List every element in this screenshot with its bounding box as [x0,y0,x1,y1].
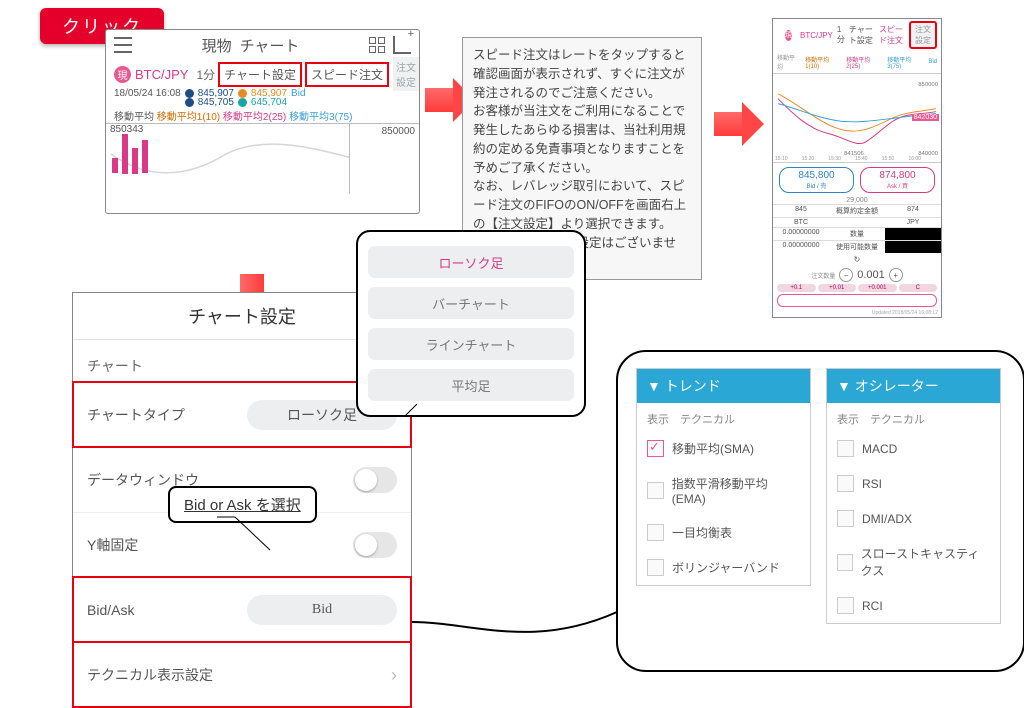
tab-spot[interactable]: 現物 [202,35,232,56]
phone-step-1[interactable]: +0.1 [777,284,816,292]
y-fix-toggle[interactable] [353,532,397,558]
phone-spread: 29,000 [773,197,941,204]
trend-bollinger[interactable]: ボリンジャーバンド [637,550,810,585]
osc-rsi[interactable]: RSI [827,466,1000,501]
chart-axis-right: 850000 [350,124,419,194]
pair-label: BTC/JPY [135,67,188,82]
checkbox-icon[interactable] [837,510,854,527]
checkbox-icon[interactable] [837,475,854,492]
ma3-label: 移動平均3(75) [289,112,352,123]
order-settings-button[interactable]: 注文 設定 [393,57,419,91]
phone-bid-button[interactable]: 845,800 Bid / 売 [779,167,854,193]
callout-leader-icon [215,515,275,555]
trend-header: ▼ トレンド [637,369,810,403]
trend-ichimoku[interactable]: 一目均衡表 [637,515,810,550]
osc-slowstoch[interactable]: スローストキャスティクス [827,536,1000,588]
checkbox-icon[interactable] [647,482,664,499]
row-technical-settings[interactable]: テクニカル表示設定 › [73,642,411,707]
period-label[interactable]: 1分 [196,66,215,83]
phone-chart-area[interactable]: 850000 845000 840000 841506 842030 15:10… [773,73,941,163]
layout-grid-icon[interactable] [369,37,385,53]
checkbox-icon[interactable] [837,597,854,614]
bid-label: Bid [291,88,305,99]
oscillator-list: ▼ オシレーター 表示 テクニカル MACD RSI DMI/ADX スロースト… [826,368,1001,624]
bid-ask-select[interactable]: Bid [247,595,397,625]
phone-step-3[interactable]: +0.001 [858,284,897,292]
dot-low-icon [185,98,194,107]
ma1-label: 移動平均1(10) [157,112,220,123]
ma-label: 移動平均 [114,112,154,123]
add-chart-icon[interactable] [393,36,411,54]
phone-minus-button[interactable]: − [839,268,853,282]
phone-step-2[interactable]: +0.01 [818,284,857,292]
row-bid-ask[interactable]: Bid/Ask Bid [73,577,411,642]
osc-macd[interactable]: MACD [827,431,1000,466]
chart-type-popup: ローソク足 バーチャート ラインチャート 平均足 [356,230,586,417]
menu-icon[interactable] [114,37,132,53]
dot-high-icon [238,89,247,98]
arrow-right-1-icon [425,88,453,112]
phone-updated: Updated 2018/05/24 16:08:12 [773,309,941,317]
phone-ask-button[interactable]: 874,800 Ask / 買 [860,167,935,193]
osc-dmi[interactable]: DMI/ADX [827,501,1000,536]
chart-type-heikin[interactable]: 平均足 [368,369,574,401]
phone-spot-badge-icon: 現 [785,30,792,41]
checkbox-icon[interactable] [837,554,853,571]
spot-badge-icon: 現 [114,66,131,83]
phone-qty-value: 0.001 [857,269,885,281]
mini-chart-area[interactable] [106,124,350,194]
dot-open-icon [185,89,194,98]
chart-header-card: 現物 チャート 現 BTC/JPY 1分 チャート設定 スピード注文 注文 設定… [105,29,420,214]
oscillator-header: ▼ オシレーター [827,369,1000,403]
trend-list: ▼ トレンド 表示 テクニカル 移動平均(SMA) 指数平滑移動平均(EMA) … [636,368,811,586]
speed-order-button[interactable]: スピード注文 [305,62,389,87]
arrow-right-2-icon [714,112,742,136]
svg-text:850000: 850000 [918,82,938,88]
chart-settings-button[interactable]: チャート設定 [218,62,302,87]
phone-speed-order-screen: 現 BTC/JPY 1分 チャート設定 スピード注文 注文 設定 移動平均 移動… [772,18,942,318]
chart-type-line[interactable]: ラインチャート [368,328,574,360]
checkbox-on-icon[interactable] [647,440,664,457]
phone-order-settings-button[interactable]: 注文 設定 [909,21,937,49]
data-window-toggle[interactable] [353,467,397,493]
trend-ema[interactable]: 指数平滑移動平均(EMA) [637,466,810,515]
chart-type-candles[interactable]: ローソク足 [368,246,574,278]
datetime-label: 18/05/24 16:08 [114,88,181,99]
phone-step-c[interactable]: C [899,284,938,292]
osc-rci[interactable]: RCI [827,588,1000,623]
trend-sma[interactable]: 移動平均(SMA) [637,431,810,466]
chevron-right-icon: › [391,665,397,686]
checkbox-icon[interactable] [837,440,854,457]
ma2-label: 移動平均2(25) [223,112,286,123]
phone-plus-button[interactable]: + [889,268,903,282]
tab-chart[interactable]: チャート [240,35,300,56]
phone-refresh-icon[interactable]: ↻ [773,253,941,266]
phone-price-tag: 842030 [912,114,939,121]
dot-close-icon [238,98,247,107]
technical-leader-icon [412,610,622,665]
checkbox-icon[interactable] [647,524,664,541]
chart-type-bar[interactable]: バーチャート [368,287,574,319]
checkbox-icon[interactable] [647,559,664,576]
